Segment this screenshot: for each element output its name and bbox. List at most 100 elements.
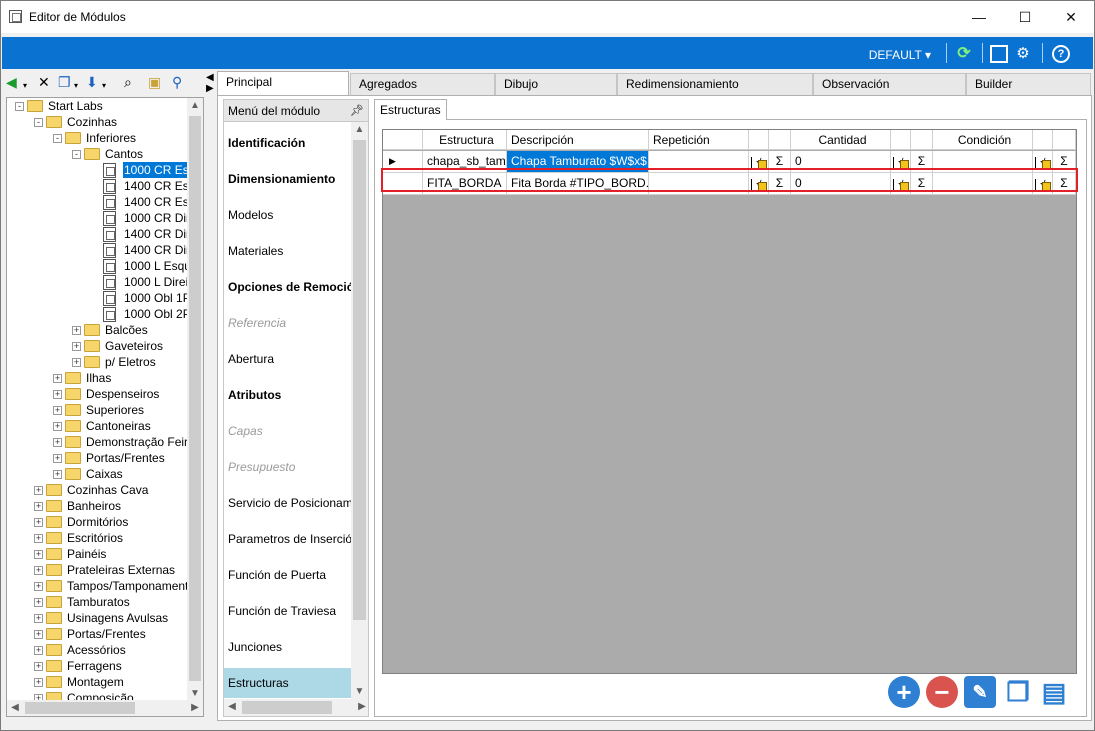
back-icon[interactable]: ◀ (6, 75, 17, 89)
expand-icon[interactable]: + (34, 646, 43, 655)
scroll-up-icon[interactable]: ▲ (187, 98, 203, 114)
menu-item-modelos[interactable]: Modelos (224, 200, 352, 230)
pin-icon[interactable]: 📌︎ (350, 100, 364, 122)
menu-item-parametros-insercion[interactable]: Parametros de Inserción (224, 524, 352, 554)
table-row[interactable]: FITA_BORDA Fita Borda #TIPO_BORD... √ Σ … (383, 173, 1076, 195)
expand-icon[interactable]: + (53, 422, 62, 431)
scroll-left-icon[interactable]: ◀ (7, 700, 23, 716)
table-row[interactable]: ▶ chapa_sb_tamb Chapa Tamburato $W$x$...… (383, 151, 1076, 173)
panel-splitter[interactable]: ◀ ▶ (205, 71, 217, 101)
sigma-icon[interactable]: Σ (1053, 173, 1076, 194)
tab-principal[interactable]: Principal (217, 71, 349, 96)
profile-dropdown[interactable]: DEFAULT ▾ (869, 48, 931, 62)
col-header-repetition[interactable]: Repetición (649, 130, 749, 150)
collapse-icon[interactable]: - (34, 118, 43, 127)
expand-icon[interactable]: + (72, 326, 81, 335)
minimize-button[interactable]: — (956, 1, 1002, 33)
expand-icon[interactable]: + (53, 406, 62, 415)
tab-agregados[interactable]: Agregados (350, 73, 495, 95)
tab-builder[interactable]: Builder (966, 73, 1091, 95)
expand-icon[interactable]: + (34, 662, 43, 671)
cell-quantity[interactable]: 0 (791, 173, 891, 194)
edit-icon[interactable]: ✎ (964, 676, 996, 708)
sigma-icon[interactable]: Σ (1053, 151, 1076, 172)
menu-item-estructuras[interactable]: Estructuras (224, 668, 352, 698)
menu-item-abertura[interactable]: Abertura (224, 344, 352, 374)
scroll-left-icon[interactable]: ◀ (224, 699, 240, 715)
expand-right-icon[interactable]: ▶ (206, 83, 214, 94)
expand-icon[interactable]: + (34, 582, 43, 591)
formula-icon[interactable]: √ (749, 173, 769, 194)
expand-icon[interactable]: + (53, 438, 62, 447)
remove-icon[interactable]: − (926, 676, 958, 708)
col-header-structure[interactable]: Estructura (423, 130, 507, 150)
expand-icon[interactable]: + (34, 614, 43, 623)
sigma-icon[interactable]: Σ (911, 151, 933, 172)
folder-search-icon[interactable]: ▣ (148, 75, 161, 89)
menu-item-funcion-puerta[interactable]: Función de Puerta (224, 560, 352, 590)
col-header-condition[interactable]: Condición (933, 130, 1033, 150)
scroll-right-icon[interactable]: ▶ (354, 699, 368, 715)
cell-quantity[interactable]: 0 (791, 151, 891, 172)
collapse-left-icon[interactable]: ◀ (206, 72, 214, 83)
expand-icon[interactable]: + (72, 342, 81, 351)
collapse-icon[interactable]: - (15, 102, 24, 111)
expand-icon[interactable]: + (34, 486, 43, 495)
tree-vertical-scrollbar[interactable]: ▲ ▼ (187, 98, 203, 702)
menu-horizontal-scrollbar[interactable]: ◀ ▶ (224, 699, 368, 716)
expand-icon[interactable]: + (34, 534, 43, 543)
filter-icon[interactable]: ⚲ (172, 75, 182, 89)
refresh-icon[interactable]: ⟳ (955, 45, 973, 63)
expand-icon[interactable]: + (34, 630, 43, 639)
sigma-icon[interactable]: Σ (911, 173, 933, 194)
formula-icon[interactable]: √ (891, 173, 911, 194)
tree-horizontal-scrollbar[interactable]: ◀ ▶ (7, 700, 203, 716)
col-header-description[interactable]: Descripción (507, 130, 649, 150)
add-icon[interactable]: + (888, 676, 920, 708)
menu-item-opciones-remocion[interactable]: Opciones de Remoción (224, 272, 352, 302)
layout-icon[interactable] (990, 45, 1008, 63)
chevron-down-icon[interactable]: ▾ (102, 79, 106, 93)
menu-item-materiales[interactable]: Materiales (224, 236, 352, 266)
maximize-button[interactable]: ☐ (1002, 1, 1048, 33)
expand-icon[interactable]: + (53, 470, 62, 479)
settings-gear-icon[interactable]: ⚙ (1014, 45, 1032, 63)
tab-redimensionamiento[interactable]: Redimensionamiento (617, 73, 813, 95)
expand-icon[interactable]: + (34, 678, 43, 687)
tab-observacion[interactable]: Observación (813, 73, 966, 95)
expand-icon[interactable]: + (53, 390, 62, 399)
cell-description[interactable]: Chapa Tamburato $W$x$... (507, 151, 649, 172)
menu-item-servicio-posicionamiento[interactable]: Servicio de Posicionamiento (224, 488, 352, 518)
menu-item-dimensionamiento[interactable]: Dimensionamiento (224, 164, 352, 194)
cell-condition[interactable] (933, 151, 1033, 172)
help-icon[interactable]: ? (1052, 45, 1070, 63)
expand-icon[interactable]: + (34, 502, 43, 511)
expand-icon[interactable]: + (34, 518, 43, 527)
menu-vertical-scrollbar[interactable]: ▲ ▼ (351, 122, 368, 700)
formula-icon[interactable]: √ (749, 151, 769, 172)
delete-icon[interactable]: ✕ (38, 75, 50, 89)
formula-icon[interactable]: √ (891, 151, 911, 172)
expand-icon[interactable]: + (53, 454, 62, 463)
expand-icon[interactable]: + (34, 598, 43, 607)
formula-icon[interactable]: √ (1033, 173, 1053, 194)
cell-structure[interactable]: FITA_BORDA (423, 173, 507, 194)
chevron-down-icon[interactable]: ▾ (74, 79, 78, 93)
expand-icon[interactable]: + (34, 566, 43, 575)
cell-repetition[interactable] (649, 173, 749, 194)
scroll-up-icon[interactable]: ▲ (351, 122, 368, 138)
scroll-down-icon[interactable]: ▼ (351, 684, 368, 700)
cell-condition[interactable] (933, 173, 1033, 194)
find-icon[interactable]: ⌕ (124, 75, 132, 89)
tab-dibujo[interactable]: Dibujo (495, 73, 617, 95)
expand-icon[interactable]: + (34, 550, 43, 559)
expand-icon[interactable]: + (72, 358, 81, 367)
menu-item-atributos[interactable]: Atributos (224, 380, 352, 410)
cell-repetition[interactable] (649, 151, 749, 172)
move-down-icon[interactable]: ⬇ (86, 75, 98, 89)
scroll-thumb[interactable] (353, 140, 366, 620)
chevron-down-icon[interactable]: ▾ (23, 79, 27, 93)
collapse-icon[interactable]: - (72, 150, 81, 159)
expand-icon[interactable]: + (53, 374, 62, 383)
duplicate-icon[interactable]: ❐ (1002, 676, 1034, 708)
